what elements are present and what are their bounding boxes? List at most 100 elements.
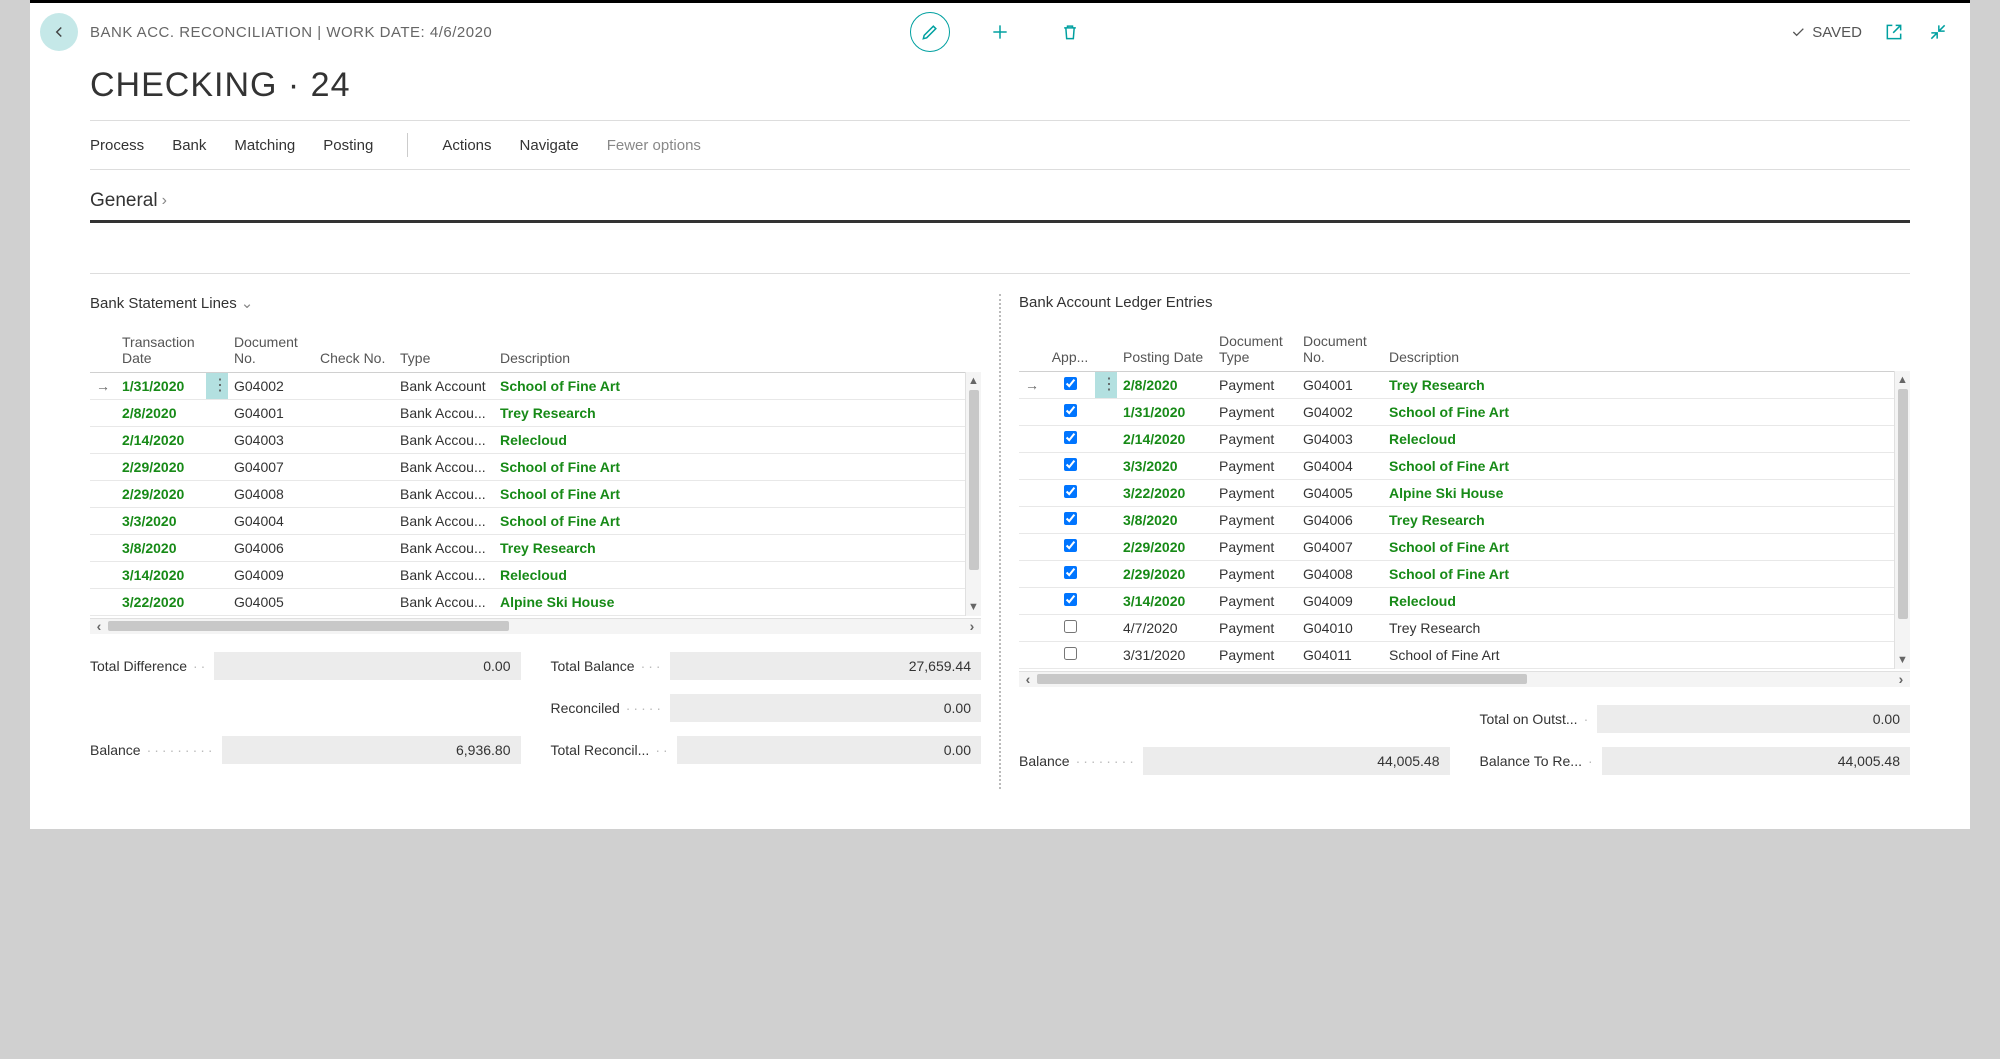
cell-doc-type[interactable]: Payment (1213, 560, 1297, 587)
applied-checkbox[interactable] (1064, 431, 1077, 444)
cell-doc-type[interactable]: Payment (1213, 371, 1297, 398)
applied-checkbox[interactable] (1064, 404, 1077, 417)
cell-type[interactable]: Bank Accou... (394, 588, 494, 615)
table-row[interactable]: 2/14/2020PaymentG04003Relecloud (1019, 425, 1910, 452)
table-row[interactable]: 2/14/2020G04003Bank Accou...Relecloud (90, 426, 981, 453)
scroll-left-icon[interactable]: ‹ (90, 619, 108, 634)
new-button[interactable] (980, 12, 1020, 52)
left-panel-title[interactable]: Bank Statement Lines ⌄ (90, 294, 981, 312)
applied-checkbox[interactable] (1064, 512, 1077, 525)
table-row[interactable]: 3/22/2020G04005Bank Accou...Alpine Ski H… (90, 588, 981, 615)
cell-check-no[interactable] (314, 534, 394, 561)
menu-actions[interactable]: Actions (442, 137, 491, 154)
row-menu[interactable] (206, 399, 228, 426)
left-vscroll-thumb[interactable] (969, 390, 979, 570)
cell-doc-no[interactable]: G04002 (228, 372, 314, 399)
menu-fewer-options[interactable]: Fewer options (607, 137, 701, 154)
cell-description[interactable]: Relecloud (494, 426, 965, 453)
cell-check-no[interactable] (314, 507, 394, 534)
cell-posting-date[interactable]: 1/31/2020 (1117, 398, 1213, 425)
cell-type[interactable]: Bank Accou... (394, 399, 494, 426)
col-type[interactable]: Type (394, 322, 494, 372)
row-menu[interactable] (206, 453, 228, 480)
cell-check-no[interactable] (314, 588, 394, 615)
table-row[interactable]: 3/14/2020PaymentG04009Relecloud (1019, 587, 1910, 614)
table-row[interactable]: →⋮2/8/2020PaymentG04001Trey Research (1019, 371, 1910, 398)
cell-description[interactable]: School of Fine Art (1383, 641, 1894, 668)
cell-posting-date[interactable]: 3/14/2020 (1117, 587, 1213, 614)
cell-posting-date[interactable]: 4/7/2020 (1117, 614, 1213, 641)
scroll-left-icon[interactable]: ‹ (1019, 672, 1037, 687)
menu-process[interactable]: Process (90, 137, 144, 154)
cell-doc-no[interactable]: G04009 (1297, 587, 1383, 614)
cell-check-no[interactable] (314, 426, 394, 453)
cell-applied[interactable] (1045, 425, 1095, 452)
menu-navigate[interactable]: Navigate (520, 137, 579, 154)
cell-trans-date[interactable]: 3/8/2020 (116, 534, 206, 561)
cell-trans-date[interactable]: 3/22/2020 (116, 588, 206, 615)
cell-doc-no[interactable]: G04005 (228, 588, 314, 615)
table-row[interactable]: →1/31/2020⋮G04002Bank AccountSchool of F… (90, 372, 981, 399)
applied-checkbox[interactable] (1064, 620, 1077, 633)
cell-doc-no[interactable]: G04008 (228, 480, 314, 507)
cell-trans-date[interactable]: 3/3/2020 (116, 507, 206, 534)
cell-description[interactable]: School of Fine Art (1383, 452, 1894, 479)
row-menu[interactable] (206, 480, 228, 507)
row-menu[interactable] (1095, 425, 1117, 452)
scroll-down-icon[interactable]: ▼ (1895, 651, 1910, 669)
cell-trans-date[interactable]: 2/14/2020 (116, 426, 206, 453)
applied-checkbox[interactable] (1064, 458, 1077, 471)
scroll-down-icon[interactable]: ▼ (966, 598, 981, 616)
cell-posting-date[interactable]: 3/8/2020 (1117, 506, 1213, 533)
cell-applied[interactable] (1045, 452, 1095, 479)
col-description[interactable]: Description (494, 322, 965, 372)
cell-description[interactable]: School of Fine Art (1383, 398, 1894, 425)
cell-trans-date[interactable]: 2/8/2020 (116, 399, 206, 426)
more-icon[interactable]: ⋮ (212, 378, 228, 394)
cell-doc-type[interactable]: Payment (1213, 425, 1297, 452)
row-menu[interactable] (1095, 641, 1117, 668)
row-menu[interactable] (206, 588, 228, 615)
cell-posting-date[interactable]: 3/31/2020 (1117, 641, 1213, 668)
col-app[interactable]: App... (1045, 321, 1095, 371)
cell-doc-type[interactable]: Payment (1213, 452, 1297, 479)
row-menu[interactable] (1095, 452, 1117, 479)
cell-doc-no[interactable]: G04001 (228, 399, 314, 426)
row-menu[interactable] (206, 507, 228, 534)
panel-divider[interactable] (999, 294, 1001, 789)
row-menu[interactable]: ⋮ (1095, 371, 1117, 398)
row-menu[interactable] (206, 534, 228, 561)
cell-posting-date[interactable]: 2/29/2020 (1117, 533, 1213, 560)
cell-check-no[interactable] (314, 561, 394, 588)
col-posting-date[interactable]: Posting Date (1117, 321, 1213, 371)
more-icon[interactable]: ⋮ (1101, 377, 1117, 393)
applied-checkbox[interactable] (1064, 485, 1077, 498)
table-row[interactable]: 2/29/2020PaymentG04008School of Fine Art (1019, 560, 1910, 587)
applied-checkbox[interactable] (1064, 647, 1077, 660)
cell-trans-date[interactable]: 2/29/2020 (116, 453, 206, 480)
cell-doc-no[interactable]: G04004 (228, 507, 314, 534)
cell-doc-no[interactable]: G04005 (1297, 479, 1383, 506)
menu-matching[interactable]: Matching (234, 137, 295, 154)
cell-type[interactable]: Bank Accou... (394, 480, 494, 507)
cell-applied[interactable] (1045, 479, 1095, 506)
cell-description[interactable]: School of Fine Art (494, 453, 965, 480)
row-menu[interactable] (1095, 587, 1117, 614)
table-row[interactable]: 1/31/2020PaymentG04002School of Fine Art (1019, 398, 1910, 425)
cell-trans-date[interactable]: 1/31/2020 (116, 372, 206, 399)
cell-type[interactable]: Bank Accou... (394, 561, 494, 588)
cell-applied[interactable] (1045, 587, 1095, 614)
applied-checkbox[interactable] (1064, 377, 1077, 390)
table-row[interactable]: 3/3/2020PaymentG04004School of Fine Art (1019, 452, 1910, 479)
cell-doc-no[interactable]: G04009 (228, 561, 314, 588)
cell-type[interactable]: Bank Accou... (394, 534, 494, 561)
row-menu[interactable] (1095, 533, 1117, 560)
cell-check-no[interactable] (314, 453, 394, 480)
row-menu[interactable]: ⋮ (206, 372, 228, 399)
cell-doc-no[interactable]: G04006 (228, 534, 314, 561)
table-row[interactable]: 2/29/2020G04007Bank Accou...School of Fi… (90, 453, 981, 480)
cell-doc-no[interactable]: G04003 (1297, 425, 1383, 452)
cell-doc-type[interactable]: Payment (1213, 398, 1297, 425)
cell-description[interactable]: School of Fine Art (494, 507, 965, 534)
cell-posting-date[interactable]: 3/22/2020 (1117, 479, 1213, 506)
